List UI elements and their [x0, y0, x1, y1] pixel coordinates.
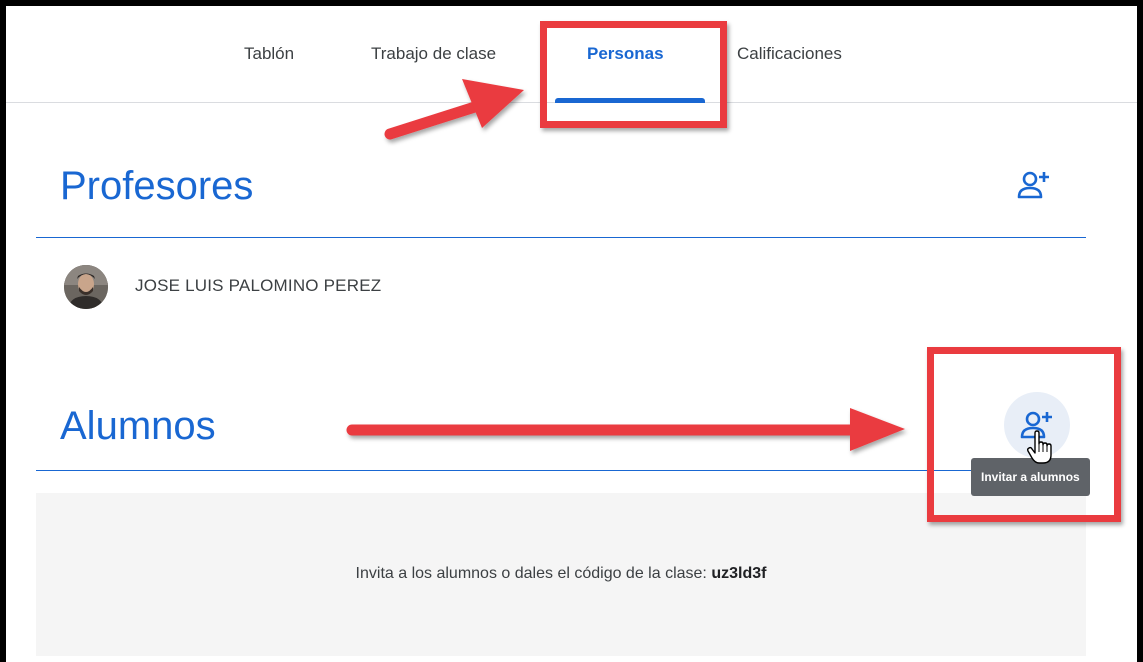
arrow-to-invite-button	[346, 408, 905, 451]
arrow-to-personas-tab	[384, 79, 524, 140]
annotation-arrows	[346, 79, 905, 451]
